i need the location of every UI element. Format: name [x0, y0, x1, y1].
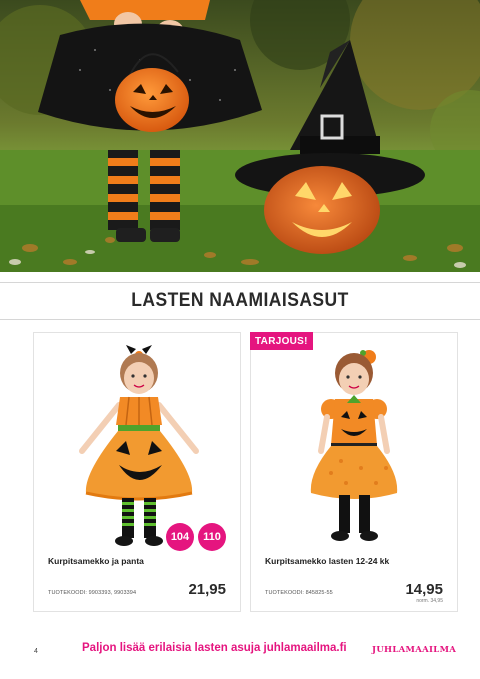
product-name[interactable]: Kurpitsamekko lasten 12-24 kk — [265, 556, 389, 566]
product-card[interactable]: TARJOUS! Kurpitsamekko lasten 12-24 kk T… — [250, 332, 458, 612]
product-price: 14,95 — [405, 581, 443, 598]
size-badge[interactable]: 110 — [198, 523, 226, 551]
section-header: LASTEN NAAMIAISASUT — [0, 282, 480, 320]
original-price: norm. 34,95 — [416, 598, 443, 604]
footer-link[interactable]: Paljon lisää erilaisia lasten asuja juhl… — [82, 642, 347, 654]
product-name[interactable]: Kurpitsamekko ja panta — [48, 556, 144, 566]
product-code: TUOTEKOODI: 9903393, 9903394 — [48, 590, 137, 596]
size-badge[interactable]: 104 — [166, 523, 194, 551]
section-title: LASTEN NAAMIAISASUT — [131, 290, 349, 311]
product-photo — [310, 350, 398, 541]
product-card[interactable]: 104 110 Kurpitsamekko ja panta TUOTEKOOD… — [33, 332, 241, 612]
brand-logo[interactable]: JUHLAMAAILMA — [372, 645, 456, 655]
page-number: 4 — [34, 648, 38, 655]
offer-badge: TARJOUS! — [250, 332, 313, 350]
hero-photo — [0, 0, 480, 272]
product-price: 21,95 — [188, 581, 226, 598]
product-photo — [79, 345, 199, 546]
product-code: TUOTEKOODI: 845825-55 — [265, 590, 333, 596]
